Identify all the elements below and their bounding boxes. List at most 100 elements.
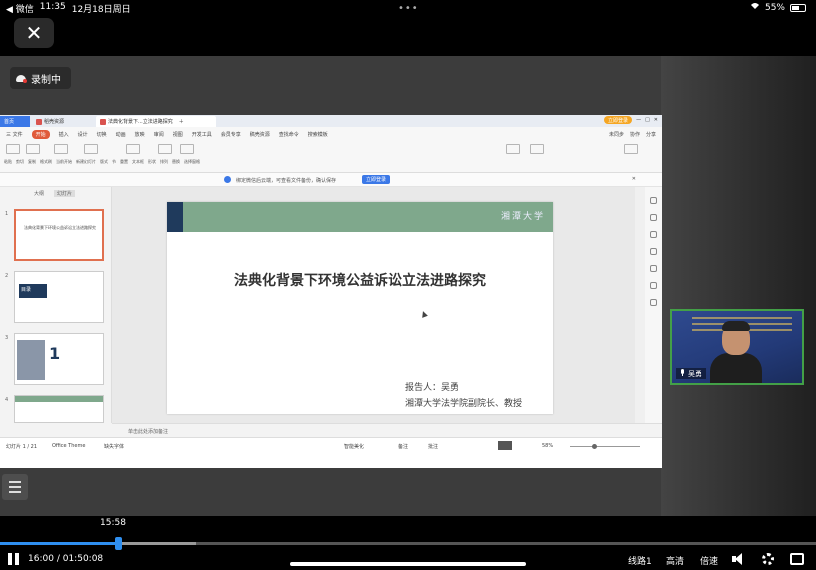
cut-icon[interactable]	[26, 144, 40, 154]
menu-file[interactable]: 三 文件	[6, 131, 23, 138]
close-button[interactable]: ✕	[14, 18, 54, 48]
tool-icon[interactable]	[650, 299, 657, 306]
menu-insert[interactable]: 插入	[59, 131, 69, 138]
home-indicator[interactable]	[290, 562, 526, 566]
progress-bar[interactable]	[0, 537, 816, 550]
video-player[interactable]: 录制中 首页 稻壳资源 法典化背景下...立法进路探究＋ 立即登录 — □ ✕ …	[0, 56, 816, 516]
current-time: 16:00	[28, 554, 54, 564]
maximize-icon[interactable]: □	[645, 117, 650, 123]
slide-thumbnail-panel: 大纲 幻灯片 1 法典化背景下环境公益诉讼立法进路探究 2 目录 3 1 4	[0, 187, 112, 423]
volume-icon[interactable]	[732, 553, 748, 565]
ribbon-labels: 粘贴 剪切 复制 格式刷 当前开始 新建幻灯片 版式节重置 文本框 形状 排列 替换 选择窗格	[4, 159, 200, 164]
back-to-wechat[interactable]: ◀ 微信	[6, 2, 34, 15]
selection-pane-icon[interactable]	[624, 144, 638, 154]
tab-outline[interactable]: 大纲	[34, 190, 44, 197]
status-date: 12月18日周日	[71, 5, 131, 15]
slide-thumbnail-1[interactable]: 法典化背景下环境公益诉讼立法进路探究	[14, 209, 104, 261]
textbox-icon[interactable]	[506, 144, 520, 154]
menu-start[interactable]: 开始	[31, 129, 50, 139]
close-window-icon[interactable]: ✕	[654, 117, 658, 123]
mouse-cursor-icon	[420, 310, 428, 318]
quality-button[interactable]: 高清	[666, 554, 684, 567]
slide-thumbnail-4[interactable]	[14, 395, 104, 423]
menu-resources[interactable]: 稿壳资源	[250, 131, 270, 138]
play-from-current-icon[interactable]	[84, 144, 98, 154]
status-time: 11:35	[39, 2, 66, 12]
slideshow-play-button[interactable]	[498, 441, 512, 450]
status-bar: ◀ 微信 11:35 12月18日周日 ••• 55%	[0, 0, 816, 16]
thumb-number: 1	[5, 211, 9, 217]
shape-icon[interactable]	[530, 144, 544, 154]
menu-design[interactable]: 设计	[78, 131, 88, 138]
university-logo: 湘潭大学	[500, 212, 545, 222]
more-dots-icon[interactable]: •••	[398, 3, 419, 14]
player-controls: 16:00 / 01:50:08 线路1 高清 倍速	[0, 550, 816, 570]
slide-thumbnail-2[interactable]: 目录	[14, 271, 104, 323]
smart-beautify[interactable]: 智能美化	[344, 443, 364, 450]
paste-icon[interactable]	[6, 144, 20, 154]
tool-icon[interactable]	[650, 231, 657, 238]
doc-icon	[36, 118, 42, 125]
fullscreen-icon[interactable]	[790, 553, 804, 565]
slide-canvas[interactable]: 湘潭大学 法典化背景下环境公益诉讼立法进路探究 报告人：吴勇 湘潭大学法学院副院…	[112, 187, 635, 423]
tab-resources[interactable]: 稻壳资源	[32, 116, 92, 127]
menu-view[interactable]: 视图	[173, 131, 183, 138]
new-slide-icon[interactable]	[126, 144, 140, 154]
wps-ribbon: 粘贴 剪切 复制 格式刷 当前开始 新建幻灯片 版式节重置 文本框 形状 排列 替换 选择窗格	[0, 141, 662, 173]
tool-icon[interactable]	[650, 282, 657, 289]
comment-toggle[interactable]: 批注	[428, 443, 438, 450]
tab-slides[interactable]: 幻灯片	[54, 189, 76, 197]
recording-label: 录制中	[31, 74, 61, 86]
video-right-panel	[661, 56, 816, 516]
notes-placeholder[interactable]: 单击此处添加备注	[112, 423, 662, 437]
login-button[interactable]: 立即登录	[604, 116, 633, 124]
menu-member[interactable]: 会员专享	[221, 131, 241, 138]
slide-thumbnail-3[interactable]: 1	[14, 333, 104, 385]
cloud-record-icon	[16, 74, 27, 83]
notice-login-button[interactable]: 立即登录	[362, 175, 391, 184]
zoom-slider[interactable]	[570, 444, 640, 449]
new-tab-icon[interactable]: ＋	[179, 118, 184, 125]
slide-title: 法典化背景下环境公益诉讼立法进路探究	[234, 273, 486, 289]
line-select-button[interactable]: 线路1	[628, 554, 652, 567]
speaker-nametag: 吴勇	[676, 368, 706, 379]
tool-icon[interactable]	[650, 248, 657, 255]
reset-icon[interactable]	[180, 144, 194, 154]
tool-icon[interactable]	[650, 265, 657, 272]
menu-animation[interactable]: 动画	[116, 131, 126, 138]
played-bar	[0, 542, 119, 545]
current-slide[interactable]: 湘潭大学 法典化背景下环境公益诉讼立法进路探究 报告人：吴勇 湘潭大学法学院副院…	[167, 202, 553, 414]
tab-presentation[interactable]: 法典化背景下...立法进路探究＋	[96, 116, 216, 127]
menu-devtools[interactable]: 开发工具	[192, 131, 212, 138]
share-button[interactable]: 分享	[646, 131, 656, 138]
total-time: 01:50:08	[62, 554, 104, 564]
wifi-icon	[750, 2, 760, 13]
minimize-icon[interactable]: —	[636, 117, 641, 123]
zoom-level[interactable]: 58%	[542, 443, 553, 449]
collab-button[interactable]: 协作	[630, 131, 640, 138]
tool-icon[interactable]	[650, 214, 657, 221]
menu-review[interactable]: 审阅	[154, 131, 164, 138]
tool-icon[interactable]	[650, 197, 657, 204]
gear-icon[interactable]	[762, 553, 774, 565]
menu-slideshow[interactable]: 放映	[135, 131, 145, 138]
speaker-webcam[interactable]: 吴勇	[670, 309, 804, 385]
progress-handle[interactable]	[115, 537, 123, 550]
pause-icon[interactable]	[8, 553, 20, 565]
layout-icon[interactable]	[158, 144, 172, 154]
missing-fonts[interactable]: 缺失字体	[104, 443, 124, 450]
speed-button[interactable]: 倍速	[700, 554, 718, 567]
tab-home[interactable]: 首页	[0, 116, 30, 127]
slide-scrollbar[interactable]	[635, 187, 645, 423]
sync-status[interactable]: 未同步	[609, 131, 624, 138]
recording-indicator: 录制中	[10, 67, 71, 89]
menu-transition[interactable]: 切换	[97, 131, 107, 138]
notice-close-icon[interactable]: ✕	[632, 176, 636, 182]
speaker-video	[710, 321, 762, 383]
notes-toggle[interactable]: 备注	[398, 443, 408, 450]
menu-find-command[interactable]: 查找命令	[279, 131, 299, 138]
login-notice-bar: 绑定微信后云端，可查看文件备份，确认保存 立即登录 ✕	[0, 173, 662, 187]
menu-search-template[interactable]: 搜索模板	[308, 131, 328, 138]
format-painter-icon[interactable]	[54, 144, 68, 154]
menu-icon[interactable]	[2, 474, 28, 500]
